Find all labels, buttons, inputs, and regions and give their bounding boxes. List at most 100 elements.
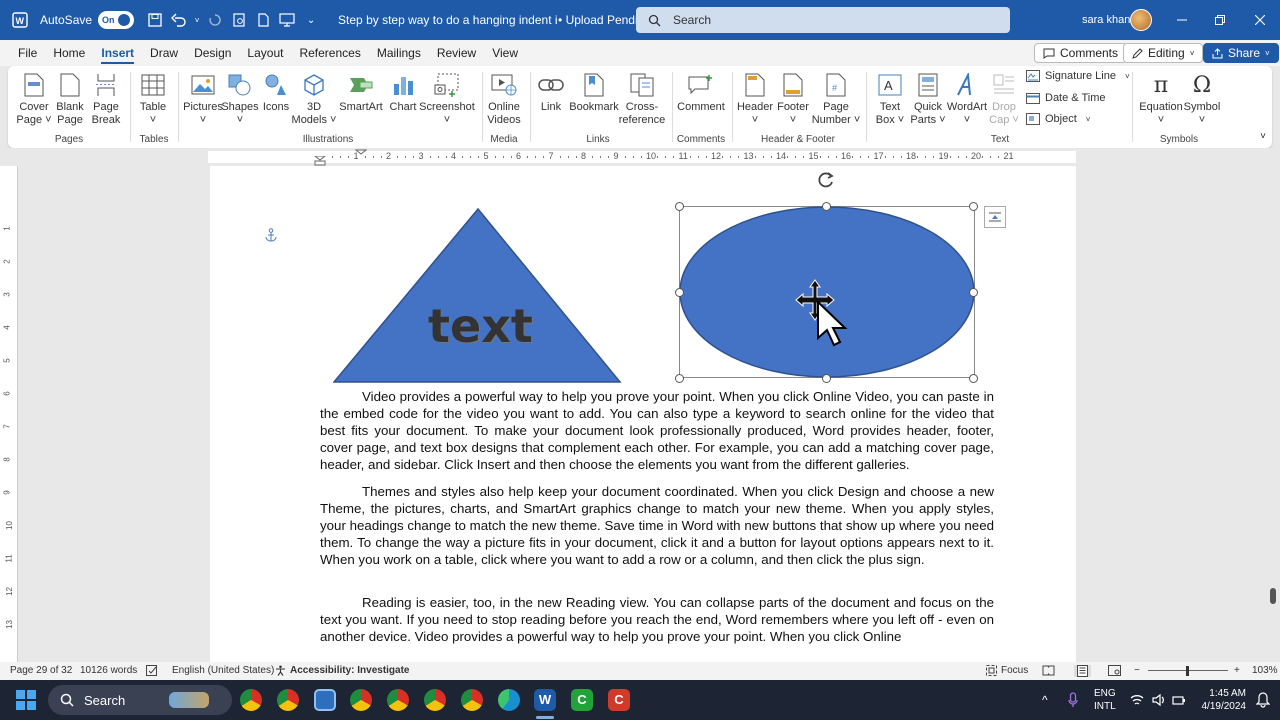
- page-number-button[interactable]: # Page Number ˅: [812, 72, 860, 127]
- document-page[interactable]: text Video provides a powerful way to he…: [210, 166, 1076, 662]
- windows-start-icon[interactable]: [16, 690, 36, 710]
- drop-cap-button[interactable]: Drop Cap ˅: [988, 72, 1020, 127]
- quick-parts-button[interactable]: Quick Parts ˅: [908, 72, 948, 127]
- resize-handle[interactable]: [969, 288, 978, 297]
- zoom-level[interactable]: 103%: [1252, 665, 1278, 676]
- document-canvas[interactable]: text Video provides a powerful way to he…: [18, 166, 1268, 662]
- equation-button[interactable]: π Equation ˅: [1138, 72, 1184, 127]
- tab-review[interactable]: Review: [429, 40, 484, 66]
- redo-icon[interactable]: [204, 9, 226, 31]
- tab-references[interactable]: References: [291, 40, 368, 66]
- shapes-button[interactable]: Shapes ˅: [221, 72, 259, 127]
- chrome-icon[interactable]: [240, 689, 262, 711]
- bookmark-button[interactable]: Bookmark: [569, 72, 619, 114]
- print-preview-icon[interactable]: [228, 9, 250, 31]
- tab-layout[interactable]: Layout: [239, 40, 291, 66]
- ribbon-collapse-icon[interactable]: ˅: [1260, 131, 1266, 142]
- language-indicator[interactable]: English (United States): [172, 665, 274, 676]
- tab-file[interactable]: File: [10, 40, 45, 66]
- chart-button[interactable]: Chart: [388, 72, 418, 114]
- autosave-toggle[interactable]: On: [98, 11, 135, 29]
- horizontal-ruler[interactable]: 1 2 3 4 5 6 7 8 9 10 11 12 13 14 15 16 17 18 19 20 21: [0, 148, 1280, 166]
- resize-handle[interactable]: [675, 202, 684, 211]
- anchor-icon[interactable]: [264, 228, 278, 242]
- read-mode-icon[interactable]: [1042, 665, 1055, 676]
- new-document-icon[interactable]: [252, 9, 274, 31]
- document-title[interactable]: Step by step way to do a hanging indent …: [338, 13, 558, 27]
- resize-handle[interactable]: [969, 202, 978, 211]
- save-icon[interactable]: [144, 9, 166, 31]
- undo-dropdown-icon[interactable]: ˅: [192, 9, 202, 31]
- notifications-icon[interactable]: [1256, 692, 1270, 708]
- resize-handle[interactable]: [822, 202, 831, 211]
- indent-marker-icon[interactable]: [314, 156, 326, 166]
- resize-handle[interactable]: [969, 374, 978, 383]
- tab-home[interactable]: Home: [45, 40, 93, 66]
- online-videos-button[interactable]: Online Videos: [484, 72, 524, 127]
- wordart-button[interactable]: WordArt ˅: [946, 72, 988, 127]
- smartart-button[interactable]: SmartArt: [338, 72, 384, 114]
- body-paragraph[interactable]: Reading is easier, too, in the new Readi…: [320, 594, 994, 645]
- volume-icon[interactable]: [1152, 693, 1166, 707]
- triangle-shape[interactable]: [333, 208, 623, 384]
- tab-insert[interactable]: Insert: [93, 40, 142, 66]
- tab-view[interactable]: View: [484, 40, 526, 66]
- chrome-icon[interactable]: [350, 689, 372, 711]
- tab-design[interactable]: Design: [186, 40, 239, 66]
- notepad-icon[interactable]: [314, 689, 336, 711]
- share-button[interactable]: Share ˅: [1203, 43, 1279, 63]
- zoom-in-icon[interactable]: +: [1234, 665, 1240, 676]
- focus-mode-button[interactable]: Focus: [986, 665, 1028, 676]
- resize-handle[interactable]: [822, 374, 831, 383]
- taskbar-search[interactable]: Search: [48, 685, 232, 715]
- word-count[interactable]: 10126 words: [80, 665, 137, 676]
- present-icon[interactable]: [276, 9, 298, 31]
- minimize-icon[interactable]: [1172, 10, 1192, 30]
- header-button[interactable]: Header ˅: [736, 72, 774, 127]
- new-comment-button[interactable]: Comment: [676, 72, 726, 114]
- customize-toolbar-icon[interactable]: ⌄: [300, 9, 322, 31]
- comments-button[interactable]: Comments: [1034, 43, 1128, 63]
- body-paragraph[interactable]: Video provides a powerful way to help yo…: [320, 388, 994, 473]
- accessibility-status[interactable]: Accessibility: Investigate: [275, 665, 410, 676]
- microphone-icon[interactable]: [1068, 692, 1078, 708]
- close-icon[interactable]: [1250, 10, 1270, 30]
- chrome-icon[interactable]: [277, 689, 299, 711]
- screenshot-button[interactable]: Screenshot ˅: [419, 72, 475, 127]
- date-time-button[interactable]: Date & Time: [1026, 92, 1106, 104]
- 3d-models-button[interactable]: 3D Models ˅: [292, 72, 336, 127]
- edge-icon[interactable]: [498, 689, 520, 711]
- chrome-icon[interactable]: [387, 689, 409, 711]
- word-taskbar-icon[interactable]: W: [534, 689, 556, 711]
- title-search-box[interactable]: Search: [636, 7, 1010, 33]
- rotate-handle-icon[interactable]: [816, 170, 836, 190]
- proofing-icon[interactable]: [146, 665, 158, 676]
- chrome-icon[interactable]: [424, 689, 446, 711]
- resize-handle[interactable]: [675, 288, 684, 297]
- icons-button[interactable]: Icons: [260, 72, 292, 114]
- page-count[interactable]: Page 29 of 32: [10, 665, 72, 676]
- tab-draw[interactable]: Draw: [142, 40, 186, 66]
- chrome-icon[interactable]: [461, 689, 483, 711]
- tab-mailings[interactable]: Mailings: [369, 40, 429, 66]
- battery-icon[interactable]: [1172, 693, 1186, 707]
- wifi-icon[interactable]: [1130, 693, 1144, 707]
- text-box-button[interactable]: A Text Box ˅: [872, 72, 908, 127]
- avatar[interactable]: [1130, 9, 1152, 31]
- recorder-icon[interactable]: C: [608, 689, 630, 711]
- triangle-text[interactable]: text: [428, 302, 533, 350]
- restore-icon[interactable]: [1210, 10, 1230, 30]
- input-language[interactable]: ENG INTL: [1094, 680, 1116, 720]
- zoom-out-icon[interactable]: −: [1134, 665, 1140, 676]
- blank-page-button[interactable]: Blank Page: [54, 72, 86, 127]
- object-button[interactable]: Object ˅: [1026, 113, 1090, 125]
- vertical-scrollbar[interactable]: [1268, 166, 1278, 662]
- web-layout-icon[interactable]: [1108, 665, 1121, 676]
- user-name[interactable]: sara khan: [1082, 14, 1130, 26]
- cover-page-button[interactable]: Cover Page ˅: [16, 72, 52, 127]
- symbol-button[interactable]: Ω Symbol ˅: [1182, 72, 1222, 127]
- vertical-ruler[interactable]: 1 2 3 4 5 6 7 8 9 10 11 12 13: [0, 166, 18, 662]
- pictures-button[interactable]: Pictures ˅: [183, 72, 223, 127]
- footer-button[interactable]: Footer ˅: [774, 72, 812, 127]
- cross-reference-button[interactable]: Cross- reference: [618, 72, 666, 127]
